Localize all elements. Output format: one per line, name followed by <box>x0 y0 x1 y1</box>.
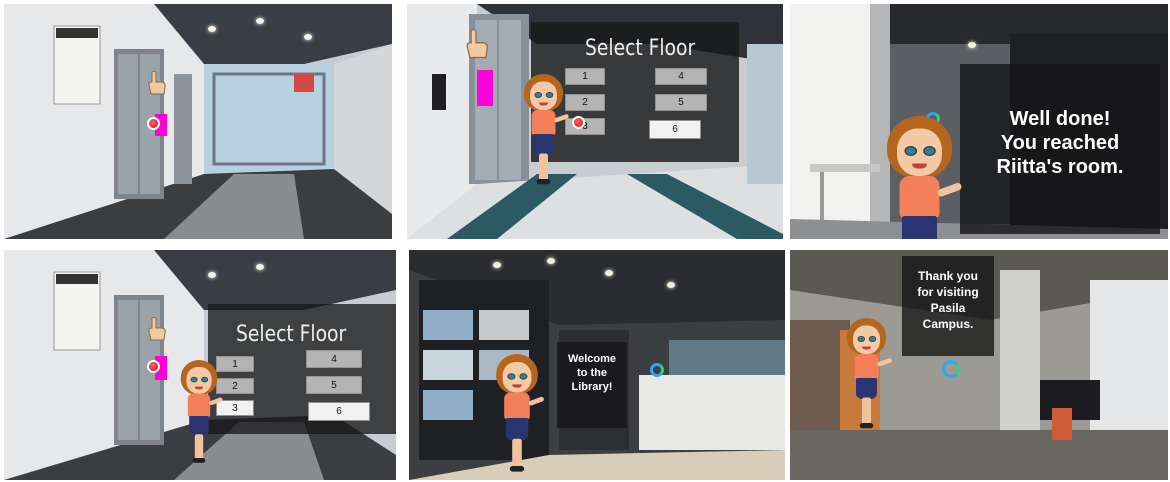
message-line: Library! <box>571 381 613 393</box>
floor-button-2[interactable]: 2 <box>216 378 254 394</box>
panel-lobby-lift-call <box>4 4 392 239</box>
floor-button-5[interactable]: 5 <box>655 94 707 111</box>
floor-button-1[interactable]: 1 <box>565 68 605 85</box>
panel-riitta-room: Well done! You reached Riitta's room. <box>790 4 1168 239</box>
message-line: Pasila <box>930 301 966 315</box>
select-floor-title: Select Floor <box>236 322 347 347</box>
floor-button-4[interactable]: 4 <box>306 350 362 368</box>
message-line: Thank you <box>917 269 978 283</box>
panel-select-floor-near: Select Floor 1 2 3 4 5 6 <box>407 4 783 239</box>
select-floor-title: Select Floor <box>585 36 696 61</box>
floor-button-1[interactable]: 1 <box>216 356 254 372</box>
floor-button-5[interactable]: 5 <box>306 376 362 394</box>
message-line: Campus. <box>922 317 974 331</box>
message-line: Well done! <box>1009 108 1111 130</box>
congrats-message: Well done! You reached Riitta's room. <box>962 107 1158 179</box>
ceiling-light <box>968 42 976 48</box>
ceiling-light <box>256 264 264 270</box>
panel-library: Welcome to the Library! <box>409 250 785 480</box>
ceiling-light <box>605 270 613 276</box>
floor-button-3[interactable]: 3 <box>565 118 605 135</box>
panel-farewell: Thank you for visiting Pasila Campus. <box>790 250 1168 480</box>
guide-avatar <box>844 318 893 431</box>
ceiling-light <box>304 34 312 40</box>
ceiling-light <box>493 262 501 268</box>
ceiling-light <box>256 18 264 24</box>
floor-button-6[interactable]: 6 <box>308 402 370 421</box>
pointing-hand-icon <box>466 28 488 59</box>
panel-select-floor-lobby: Select Floor 1 2 3 4 5 6 <box>4 250 396 480</box>
message-line: Welcome <box>567 353 617 365</box>
pointing-hand-icon <box>148 70 166 95</box>
red-dot-hotspot-icon[interactable] <box>147 117 160 130</box>
red-dot-hotspot-icon[interactable] <box>572 116 585 129</box>
guide-avatar <box>178 360 224 465</box>
ceiling-light <box>667 282 675 288</box>
floor-button-2[interactable]: 2 <box>565 94 605 111</box>
welcome-message: Welcome to the Library! <box>559 352 625 394</box>
ceiling-light <box>547 258 555 264</box>
message-line: Riitta's room. <box>996 156 1124 178</box>
guide-avatar <box>493 354 545 474</box>
ceiling-light <box>208 26 216 32</box>
floor-button-4[interactable]: 4 <box>655 68 707 85</box>
lobby-scene <box>4 4 392 239</box>
guide-avatar <box>521 74 570 187</box>
farewell-message: Thank you for visiting Pasila Campus. <box>904 268 992 332</box>
message-line: to the <box>577 367 607 379</box>
red-dot-hotspot-icon[interactable] <box>147 360 160 373</box>
ring-navigation-icon[interactable] <box>942 360 960 378</box>
pink-marker-icon <box>477 70 493 106</box>
ring-navigation-icon[interactable] <box>650 363 664 377</box>
message-line: for visiting <box>917 285 979 299</box>
pointing-hand-icon <box>148 316 166 341</box>
floor-button-3[interactable]: 3 <box>216 400 254 416</box>
ceiling-light <box>208 272 216 278</box>
message-line: You reached <box>1000 132 1120 154</box>
floor-button-6[interactable]: 6 <box>649 120 701 139</box>
guide-avatar <box>882 116 963 239</box>
